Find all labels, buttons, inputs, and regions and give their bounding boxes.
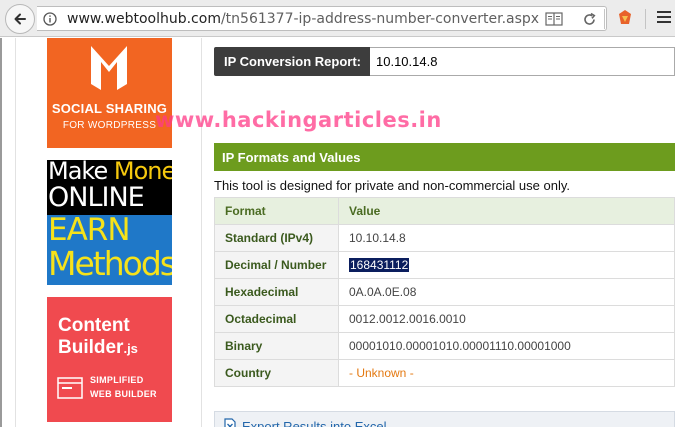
table-header-row: Format Value [214, 197, 675, 225]
column-divider [15, 38, 16, 427]
table-row: Decimal / Number 168431112 [214, 251, 675, 279]
ad-line: EARN [48, 212, 131, 248]
watermark: www.hackingarticles.in [155, 108, 442, 132]
hamburger-menu-icon[interactable] [656, 9, 672, 25]
export-excel-link[interactable]: Export Results into Excel [242, 419, 387, 427]
ad-word: .js [123, 341, 138, 356]
ad-line: SIMPLIFIED [90, 375, 144, 385]
excel-file-icon [224, 418, 236, 427]
ip-input[interactable]: 10.10.14.8 [370, 47, 675, 76]
browser-window-icon [57, 377, 83, 399]
ad-social-sharing[interactable]: SOCIAL SHARING FOR WORDPRESS [47, 38, 172, 148]
format-cell: Decimal / Number [214, 251, 339, 279]
ad-line: Builder.js [58, 337, 138, 359]
value-cell[interactable]: - Unknown - [338, 359, 675, 387]
browser-toolbar: www.webtoolhub.com/tn561377-ip-address-n… [0, 0, 675, 37]
ad-content-builder[interactable]: Content Builder.js SIMPLIFIED WEB BUILDE… [47, 297, 172, 422]
ad-line: Methods [48, 244, 172, 283]
format-cell: Hexadecimal [214, 278, 339, 306]
ad-line: SOCIAL SHARING [51, 101, 168, 116]
ad-make-money[interactable]: Make Money ONLINE EARN Methods [47, 160, 172, 285]
column-header: Value [338, 197, 675, 225]
selected-decimal-value[interactable]: 168431112 [347, 257, 411, 273]
column-header: Format [214, 197, 339, 225]
ip-formats-table: Format Value Standard (IPv4) 10.10.14.8 … [214, 197, 675, 387]
window-edge [0, 38, 2, 427]
value-cell[interactable]: 0A.0A.0E.08 [338, 278, 675, 306]
format-cell: Country [214, 359, 339, 387]
m-logo-icon [91, 46, 127, 90]
table-row: Binary 00001010.00001010.00001110.000010… [214, 332, 675, 360]
extension-icon[interactable] [615, 8, 635, 28]
reader-view-icon[interactable] [545, 12, 563, 26]
page-content: SOCIAL SHARING FOR WORDPRESS Make Money … [0, 38, 675, 427]
ad-line: FOR WORDPRESS [62, 120, 157, 131]
value-cell[interactable]: 00001010.00001010.00001110.00001000 [338, 332, 675, 360]
url-path: /tn561377-ip-address-number-converter.as… [220, 11, 540, 27]
url-text[interactable]: www.webtoolhub.com/tn561377-ip-address-n… [67, 11, 539, 27]
toolbar-separator [645, 9, 646, 29]
address-bar[interactable]: www.webtoolhub.com/tn561377-ip-address-n… [37, 6, 607, 31]
table-row: Standard (IPv4) 10.10.14.8 [214, 224, 675, 252]
value-cell[interactable]: 10.10.14.8 [338, 224, 675, 252]
table-row: Hexadecimal 0A.0A.0E.08 [214, 278, 675, 306]
section-title: IP Formats and Values [214, 143, 675, 171]
info-icon[interactable] [43, 12, 57, 26]
url-host: www.webtoolhub.com [67, 11, 221, 27]
arrow-left-icon [14, 13, 26, 25]
ad-line: Content [58, 315, 130, 336]
column-divider [201, 38, 202, 427]
value-cell[interactable]: 0012.0012.0016.0010 [338, 305, 675, 333]
format-cell: Binary [214, 332, 339, 360]
ad-line: ONLINE [48, 182, 145, 213]
back-button[interactable] [5, 4, 35, 34]
ad-line: WEB BUILDER [90, 389, 157, 399]
table-row: Octadecimal 0012.0012.0016.0010 [214, 305, 675, 333]
ad-word: Builder [58, 337, 124, 358]
format-cell: Standard (IPv4) [214, 224, 339, 252]
reload-icon[interactable] [582, 12, 597, 27]
table-row: Country - Unknown - [214, 359, 675, 387]
format-cell: Octadecimal [214, 305, 339, 333]
section-description: This tool is designed for private and no… [214, 178, 570, 193]
report-label: IP Conversion Report: [214, 47, 370, 76]
toolbar-separator [604, 9, 605, 29]
export-bar: Export Results into Excel [214, 411, 675, 427]
value-cell[interactable]: 168431112 [338, 251, 675, 279]
